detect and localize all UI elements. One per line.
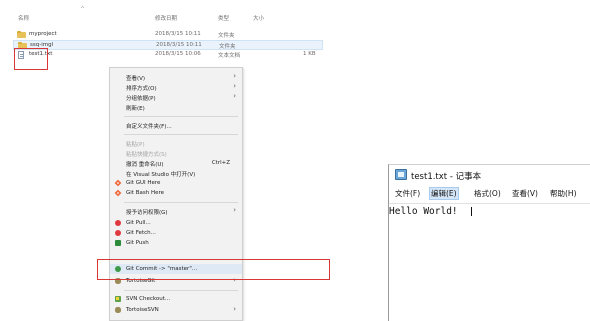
- menu-item-label: 在 Visual Studio 中打开(V): [126, 171, 196, 178]
- menu-item-paste-shortcut[interactable]: 粘贴快捷方式(S): [110, 148, 242, 158]
- file-name: myproject: [29, 31, 57, 37]
- column-header-name[interactable]: 名称: [18, 14, 29, 23]
- menu-item-git-fetch[interactable]: Git Fetch...: [110, 228, 242, 238]
- menu-item-label: SVN Checkout...: [126, 295, 171, 302]
- menu-item-svn-checkout[interactable]: SVN Checkout...: [110, 294, 242, 304]
- file-row-test1-txt[interactable]: test1.txt 2018/3/15 10:06 文本文档 1 KB: [13, 50, 323, 60]
- chevron-right-icon: ›: [233, 206, 236, 214]
- menu-item-label: Git Pull...: [126, 219, 151, 226]
- git-bash-icon: [114, 189, 122, 197]
- file-size: 1 KB: [303, 51, 316, 57]
- menu-item-refresh[interactable]: 刷新(E): [110, 102, 242, 112]
- menu-item-label: 撤消 重命名(U): [126, 161, 164, 168]
- menu-item-label: 排序方式(O): [126, 85, 157, 92]
- menu-item-label: Git Push: [126, 239, 149, 246]
- menu-separator: [124, 134, 238, 135]
- menu-item-label: TortoiseSVN: [126, 306, 159, 313]
- git-push-icon: [115, 240, 121, 246]
- svn-checkout-icon: [115, 296, 121, 302]
- menu-item-label: 查看(V): [126, 75, 146, 82]
- menu-item-label: 粘贴(P): [126, 141, 145, 148]
- notepad-content: Hello World!: [389, 206, 458, 217]
- menu-item-label: Git Bash Here: [126, 189, 164, 196]
- menu-view[interactable]: 查看(V): [511, 188, 539, 199]
- menu-separator: [124, 116, 238, 117]
- highlight-box-test1: [14, 48, 48, 70]
- menu-item-git-bash[interactable]: Git Bash Here: [110, 188, 242, 198]
- menu-separator: [124, 290, 238, 291]
- menu-item-git-pull[interactable]: Git Pull...: [110, 218, 242, 228]
- chevron-right-icon: ›: [233, 92, 236, 100]
- menu-format[interactable]: 格式(O): [473, 188, 502, 199]
- menu-file[interactable]: 文件(F): [394, 188, 421, 199]
- file-date: 2018/3/15 10:06: [155, 51, 201, 57]
- file-type: 文件夹: [218, 33, 235, 39]
- menu-item-group-by[interactable]: 分组依据(P) ›: [110, 92, 242, 102]
- column-header-type[interactable]: 类型: [218, 14, 229, 23]
- git-gui-icon: [114, 179, 122, 187]
- git-fetch-icon: [115, 230, 121, 236]
- menu-item-undo-rename[interactable]: 撤消 重命名(U) Ctrl+Z: [110, 158, 242, 168]
- file-type: 文件夹: [219, 44, 236, 50]
- chevron-right-icon: ›: [233, 305, 236, 313]
- menu-item-give-access[interactable]: 授予访问权限(G) ›: [110, 206, 242, 216]
- menu-item-paste[interactable]: 粘贴(P): [110, 138, 242, 148]
- menu-item-sort-by[interactable]: 排序方式(O) ›: [110, 82, 242, 92]
- text-caret: [471, 207, 472, 216]
- menu-item-label: 授予访问权限(G): [126, 209, 168, 216]
- file-row-myproject[interactable]: myproject 2018/3/15 10:11 文件夹: [13, 30, 323, 40]
- menu-item-view[interactable]: 查看(V) ›: [110, 72, 242, 82]
- menu-help[interactable]: 帮助(H): [549, 188, 578, 199]
- menu-item-git-push[interactable]: Git Push: [110, 238, 242, 248]
- menu-item-label: 粘贴快捷方式(S): [126, 151, 167, 158]
- menu-item-tortoisesvn[interactable]: TortoiseSVN ›: [110, 305, 242, 315]
- notepad-window: test1.txt - 记事本 文件(F) 编辑(E) 格式(O) 查看(V) …: [388, 164, 590, 321]
- chevron-right-icon: ›: [233, 72, 236, 80]
- folder-icon: [17, 30, 26, 38]
- file-date: 2018/3/15 10:11: [156, 42, 202, 48]
- notepad-text-area[interactable]: Hello World!: [389, 203, 590, 321]
- file-type: 文本文档: [218, 53, 241, 59]
- menu-item-open-visual-studio[interactable]: 在 Visual Studio 中打开(V): [110, 168, 242, 178]
- menu-item-git-gui[interactable]: Git GUI Here: [110, 178, 242, 188]
- highlight-box-git-commit: [97, 259, 330, 280]
- notepad-app-icon: [395, 169, 407, 180]
- sort-arrow-icon[interactable]: ^: [80, 6, 85, 13]
- menu-separator: [124, 202, 238, 203]
- context-menu: 查看(V) › 排序方式(O) › 分组依据(P) › 刷新(E) 自定义文件夹…: [109, 67, 243, 321]
- notepad-titlebar[interactable]: test1.txt - 记事本: [389, 165, 590, 185]
- file-row-ssq-imgl[interactable]: ssq-imgl 2018/3/15 10:11 文件夹: [13, 40, 323, 50]
- menu-item-shortcut: Ctrl+Z: [211, 159, 230, 166]
- menu-edit[interactable]: 编辑(E): [429, 187, 459, 200]
- chevron-right-icon: ›: [233, 82, 236, 90]
- column-header-date[interactable]: 修改日期: [155, 14, 177, 23]
- menu-item-label: 分组依据(P): [126, 95, 156, 102]
- menu-item-customize-folder[interactable]: 自定义文件夹(F)...: [110, 120, 242, 130]
- menu-item-label: Git Fetch...: [126, 229, 156, 236]
- file-date: 2018/3/15 10:11: [155, 31, 201, 37]
- menu-item-label: 自定义文件夹(F)...: [126, 123, 172, 130]
- git-pull-icon: [115, 220, 121, 226]
- window-title: test1.txt - 记事本: [411, 172, 482, 182]
- menu-item-label: Git GUI Here: [126, 179, 161, 186]
- notepad-menubar: 文件(F) 编辑(E) 格式(O) 查看(V) 帮助(H): [389, 187, 590, 200]
- tortoisesvn-icon: [115, 307, 121, 313]
- column-header-size[interactable]: 大小: [253, 14, 264, 23]
- menu-item-label: 刷新(E): [126, 105, 145, 112]
